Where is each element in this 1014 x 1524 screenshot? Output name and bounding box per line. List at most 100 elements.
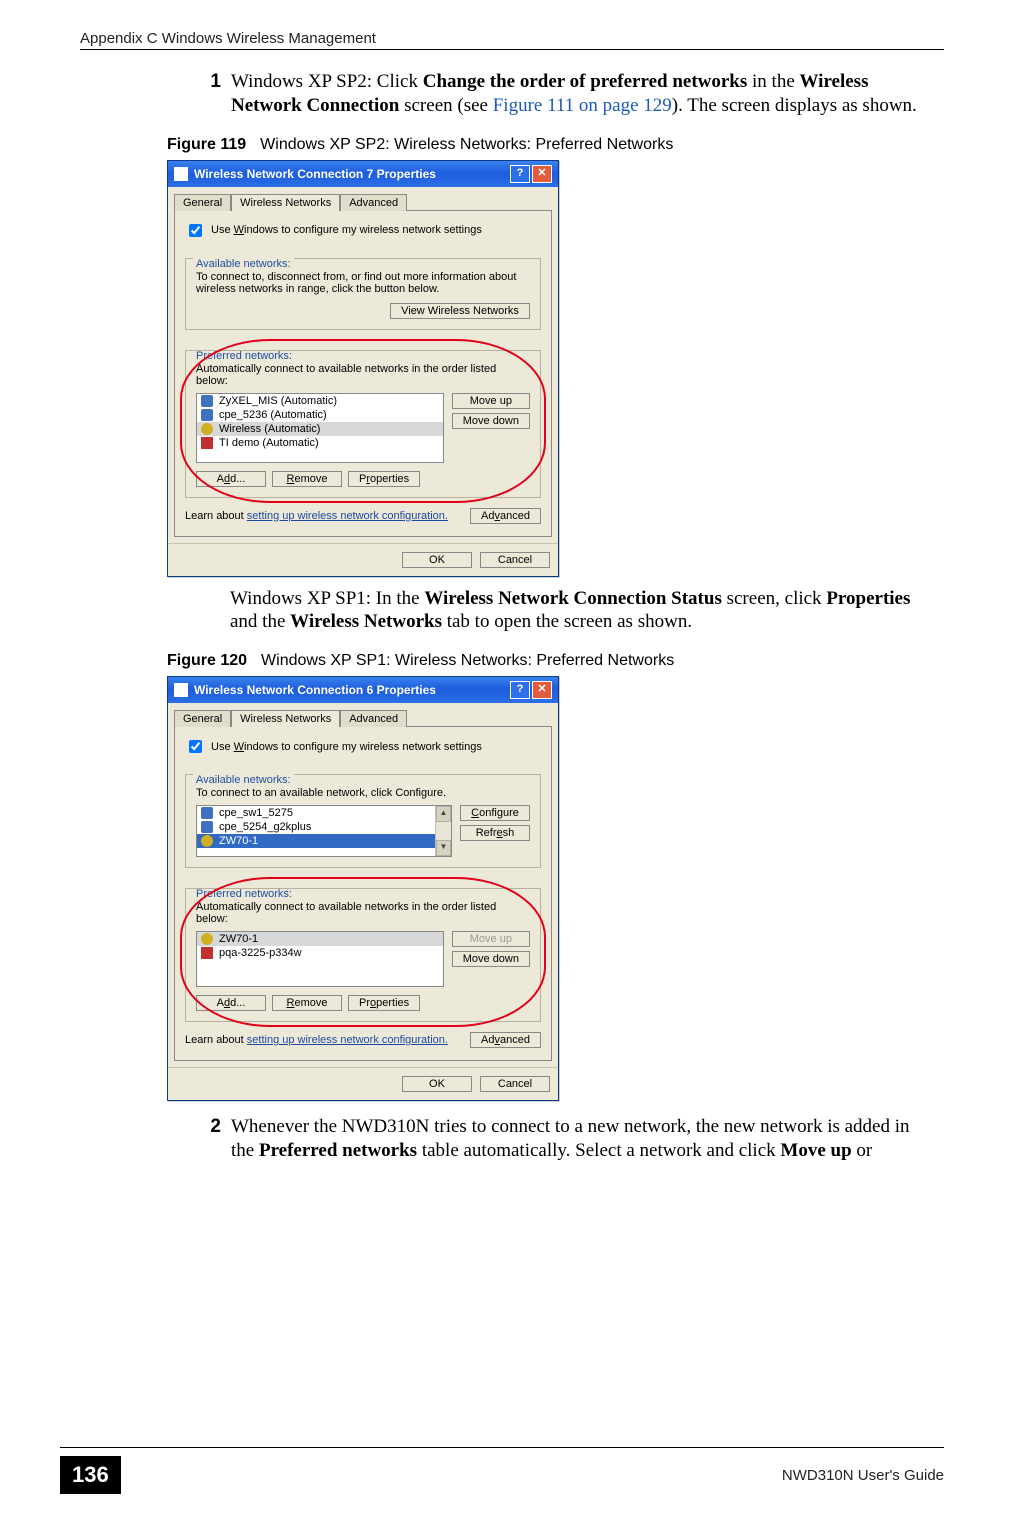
step-2-tail: or [852,1140,873,1161]
titlebar[interactable]: Wireless Network Connection 7 Properties… [168,161,558,187]
scrollbar[interactable]: ▲ ▼ [435,806,451,856]
list-item[interactable]: cpe_5236 (Automatic) [197,408,443,422]
tab-advanced[interactable]: Advanced [340,194,407,211]
figure-119-caption: Figure 119 Windows XP SP2: Wireless Netwo… [167,136,934,154]
refresh-button[interactable]: Refresh [460,825,530,841]
move-up-button[interactable]: Move up [452,393,530,409]
scroll-down-icon[interactable]: ▼ [436,840,451,856]
network-icon [201,835,213,847]
use-windows-label: Use Windows to configure my wireless net… [211,741,482,753]
properties-button[interactable]: Properties [348,995,420,1011]
list-item[interactable]: Wireless (Automatic) [197,422,443,436]
figure-111-link[interactable]: Figure 111 on page 129 [493,95,672,116]
tab-advanced[interactable]: Advanced [340,710,407,727]
move-down-label: Move down [463,415,519,427]
ok-button[interactable]: OK [402,1076,472,1092]
preferred-networks-listbox[interactable]: ZW70-1 pqa-3225-p334w [196,931,444,987]
available-networks-label: Available networks: [193,258,294,270]
help-button[interactable]: ? [510,681,530,699]
tab-general[interactable]: General [174,194,231,211]
list-item[interactable]: cpe_sw1_5275 [197,806,451,820]
p-b1: Wireless Network Connection Status [424,588,722,609]
window-title: Wireless Network Connection 6 Properties [194,683,436,697]
list-item[interactable]: TI demo (Automatic) [197,436,443,450]
advanced-button[interactable]: Advanced [470,1032,541,1048]
window-icon [174,683,188,697]
list-item[interactable]: cpe_5254_g2kplus [197,820,451,834]
running-header: Appendix C Windows Wireless Management [80,30,944,47]
preferred-networks-text: Automatically connect to available netwo… [196,901,530,925]
titlebar[interactable]: Wireless Network Connection 6 Properties… [168,677,558,703]
p-b2: Properties [826,588,910,609]
preferred-networks-listbox[interactable]: ZyXEL_MIS (Automatic) cpe_5236 (Automati… [196,393,444,463]
move-down-button[interactable]: Move down [452,951,530,967]
props-post: operties [370,473,409,485]
network-icon [201,933,213,945]
learn-link[interactable]: setting up wireless network configuratio… [247,1034,448,1046]
chk-pre: Use [211,224,234,236]
chk-post: indows to configure my wireless network … [244,224,482,236]
list-item[interactable]: pqa-3225-p334w [197,946,443,960]
adv-post: anced [500,510,530,522]
ok-button[interactable]: OK [402,552,472,568]
network-name: pqa-3225-p334w [219,947,302,959]
figure-119-number: Figure 119 [167,136,246,153]
move-down-button[interactable]: Move down [452,413,530,429]
preferred-networks-group: Automatically connect to available netwo… [185,888,541,1022]
chk-u: W [234,741,244,753]
cfg-post: onfigure [479,807,519,819]
guide-name: NWD310N User's Guide [782,1467,944,1484]
step-2-number: 2 [195,1115,231,1163]
remove-button[interactable]: Remove [272,995,342,1011]
chk-pre: Use [211,741,234,753]
advanced-button[interactable]: Advanced [470,508,541,524]
move-up-label: Move up [470,395,512,407]
window-title: Wireless Network Connection 7 Properties [194,167,436,181]
close-button[interactable]: ✕ [532,165,552,183]
network-icon [201,409,213,421]
use-windows-label: Use Windows to configure my wireless net… [211,224,482,236]
list-item[interactable]: ZW70-1 [197,834,451,848]
view-wireless-networks-button[interactable]: View Wireless Networks [390,303,530,319]
step-1: 1 Windows XP SP2: Click Change the order… [195,70,934,118]
use-windows-checkbox[interactable] [189,224,202,237]
header-rule [80,49,944,50]
remove-post: emove [294,473,327,485]
remove-post: emove [294,997,327,1009]
close-button[interactable]: ✕ [532,681,552,699]
tab-wireless-networks[interactable]: Wireless Networks [231,710,340,727]
properties-button[interactable]: Properties [348,471,420,487]
tab-panel: Use Windows to configure my wireless net… [174,210,552,537]
help-button[interactable]: ? [510,165,530,183]
scroll-up-icon[interactable]: ▲ [436,806,451,822]
add-post: d... [230,997,245,1009]
use-windows-checkbox[interactable] [189,740,202,753]
network-name: ZW70-1 [219,933,258,945]
sp1-paragraph: Windows XP SP1: In the Wireless Network … [230,587,934,635]
network-name: TI demo (Automatic) [219,437,319,449]
cancel-button[interactable]: Cancel [480,552,550,568]
props-pre: Pr [359,997,370,1009]
use-windows-checkbox-label[interactable]: Use Windows to configure my wireless net… [185,737,541,756]
remove-button[interactable]: Remove [272,471,342,487]
tab-wireless-networks[interactable]: Wireless Networks [231,194,340,211]
network-name: ZW70-1 [219,835,258,847]
learn-about-text: Learn about setting up wireless network … [185,1034,448,1046]
learn-link[interactable]: setting up wireless network configuratio… [247,510,448,522]
use-windows-checkbox-label[interactable]: Use Windows to configure my wireless net… [185,221,541,240]
cancel-button[interactable]: Cancel [480,1076,550,1092]
page-number: 136 [60,1456,121,1494]
available-networks-listbox[interactable]: cpe_sw1_5275 cpe_5254_g2kplus ZW70-1 ▲ ▼ [196,805,452,857]
add-button[interactable]: Add... [196,471,266,487]
figure-119-title: Windows XP SP2: Wireless Networks: Prefe… [260,136,673,153]
add-button[interactable]: Add... [196,995,266,1011]
move-up-button[interactable]: Move up [452,931,530,947]
configure-button[interactable]: Configure [460,805,530,821]
tab-strip: General Wireless Networks Advanced [168,703,558,726]
list-item[interactable]: ZW70-1 [197,932,443,946]
props-post: perties [376,997,409,1009]
list-item[interactable]: ZyXEL_MIS (Automatic) [197,394,443,408]
p-b3: Wireless Networks [290,611,442,632]
step-1-text: Windows XP SP2: Click Change the order o… [231,70,934,118]
tab-general[interactable]: General [174,710,231,727]
